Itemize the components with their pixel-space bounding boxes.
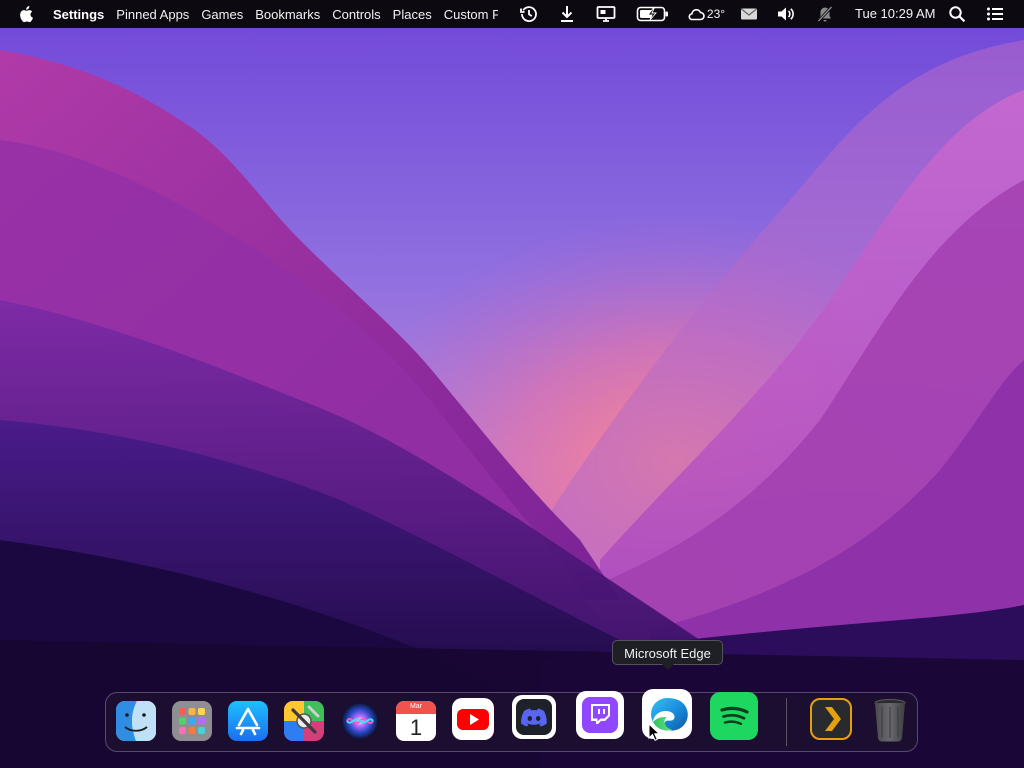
calendar-icon[interactable]: Mar 1	[396, 701, 436, 741]
battery-charging-icon[interactable]	[634, 0, 672, 28]
apple-logo-icon[interactable]	[19, 5, 35, 23]
dock-separator	[786, 698, 787, 746]
control-center-icon[interactable]	[984, 0, 1006, 28]
menu-bar: Settings Pinned Apps Games Bookmarks Con…	[0, 0, 1024, 28]
trash-icon[interactable]	[868, 697, 912, 743]
siri-icon[interactable]	[340, 701, 380, 741]
discord-icon[interactable]	[512, 695, 556, 739]
calendar-day: 1	[409, 715, 423, 740]
mouse-pointer-icon	[648, 723, 660, 741]
dock-tooltip: Microsoft Edge	[612, 640, 723, 670]
finder-icon[interactable]	[116, 701, 156, 741]
menu-places[interactable]: Places	[393, 7, 432, 22]
calendar-month: Mar	[409, 703, 423, 710]
dock: Mar 1	[105, 689, 918, 752]
search-icon[interactable]	[946, 0, 968, 28]
menu-settings[interactable]: Settings	[53, 7, 104, 22]
notifications-off-icon[interactable]	[814, 0, 836, 28]
download-icon[interactable]	[556, 0, 578, 28]
desktop-wallpaper	[0, 0, 1024, 768]
youtube-icon[interactable]	[452, 698, 494, 740]
cloud-icon	[688, 9, 705, 21]
app-store-icon[interactable]	[228, 701, 268, 741]
clock[interactable]: Tue 10:29 AM	[855, 0, 935, 28]
temperature-label: 23°	[706, 7, 726, 21]
menu-pinned-apps[interactable]: Pinned Apps	[116, 7, 189, 22]
menu-games[interactable]: Games	[201, 7, 243, 22]
volume-icon[interactable]	[775, 0, 797, 28]
history-icon[interactable]	[518, 0, 540, 28]
weather-widget[interactable]: 23°	[686, 0, 726, 28]
menu-bookmarks[interactable]: Bookmarks	[255, 7, 320, 22]
spotify-icon[interactable]	[710, 692, 758, 740]
mail-icon[interactable]	[738, 0, 760, 28]
plex-icon[interactable]	[809, 697, 853, 741]
launchpad-icon[interactable]	[172, 701, 212, 741]
menu-custom-folder[interactable]: Custom Folder	[444, 7, 498, 22]
display-icon[interactable]	[594, 0, 618, 28]
twitch-icon[interactable]	[576, 691, 624, 739]
menu-controls[interactable]: Controls	[332, 7, 380, 22]
app-menu: Settings Pinned Apps Games Bookmarks Con…	[53, 0, 498, 28]
color-picker-icon[interactable]	[284, 701, 324, 741]
